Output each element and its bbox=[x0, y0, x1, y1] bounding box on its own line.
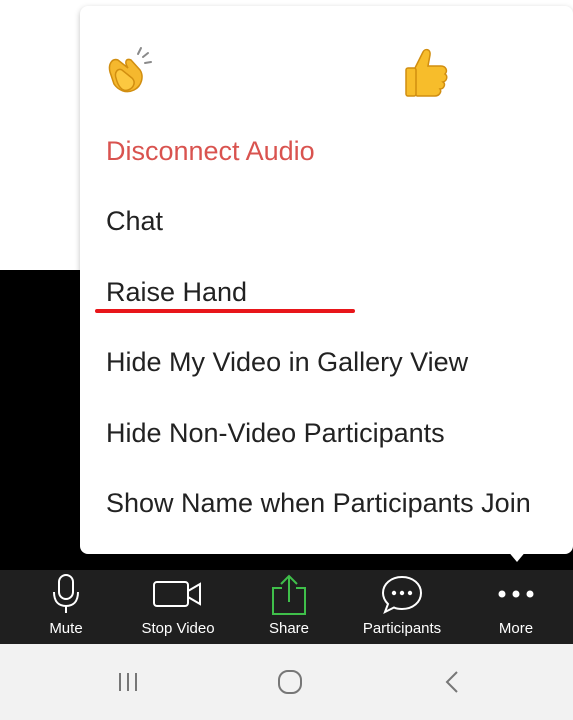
show-name-when-participants-join-item[interactable]: Show Name when Participants Join bbox=[106, 486, 531, 520]
share-button[interactable]: Share bbox=[256, 570, 322, 644]
raise-hand-item[interactable]: Raise Hand bbox=[106, 275, 247, 309]
back-button[interactable] bbox=[432, 664, 472, 700]
hide-my-video-item[interactable]: Hide My Video in Gallery View bbox=[106, 345, 468, 379]
recent-apps-icon bbox=[119, 673, 137, 691]
thumbs-up-icon bbox=[405, 48, 448, 97]
meeting-toolbar: Mute Stop Video Share Participants More bbox=[0, 570, 573, 644]
clap-reaction-button[interactable] bbox=[96, 42, 156, 102]
microphone-icon bbox=[53, 574, 79, 613]
mute-label: Mute bbox=[49, 620, 83, 637]
participants-button[interactable]: Participants bbox=[350, 570, 454, 644]
disconnect-audio-item[interactable]: Disconnect Audio bbox=[106, 134, 315, 168]
raise-hand-highlight-underline bbox=[95, 309, 355, 313]
share-icon bbox=[272, 574, 306, 615]
more-button[interactable]: More bbox=[486, 570, 546, 644]
video-camera-icon bbox=[153, 581, 201, 607]
home-button[interactable] bbox=[270, 664, 310, 700]
recent-apps-button[interactable] bbox=[108, 664, 148, 700]
mute-button[interactable]: Mute bbox=[36, 570, 96, 644]
more-dots-icon bbox=[498, 590, 534, 598]
stop-video-label: Stop Video bbox=[141, 620, 215, 637]
hide-non-video-participants-item[interactable]: Hide Non-Video Participants bbox=[106, 416, 445, 450]
chat-item[interactable]: Chat bbox=[106, 204, 163, 238]
participants-label: Participants bbox=[362, 620, 442, 637]
thumbs-up-reaction-button[interactable] bbox=[396, 42, 456, 102]
home-icon bbox=[278, 670, 302, 694]
stop-video-button[interactable]: Stop Video bbox=[128, 570, 228, 644]
more-label: More bbox=[498, 620, 534, 637]
chat-bubble-icon bbox=[381, 575, 423, 615]
clapping-hands-icon bbox=[108, 47, 152, 93]
menu-pointer bbox=[507, 550, 527, 562]
share-label: Share bbox=[268, 620, 310, 637]
android-nav-bar bbox=[0, 644, 573, 720]
back-icon bbox=[445, 671, 458, 693]
